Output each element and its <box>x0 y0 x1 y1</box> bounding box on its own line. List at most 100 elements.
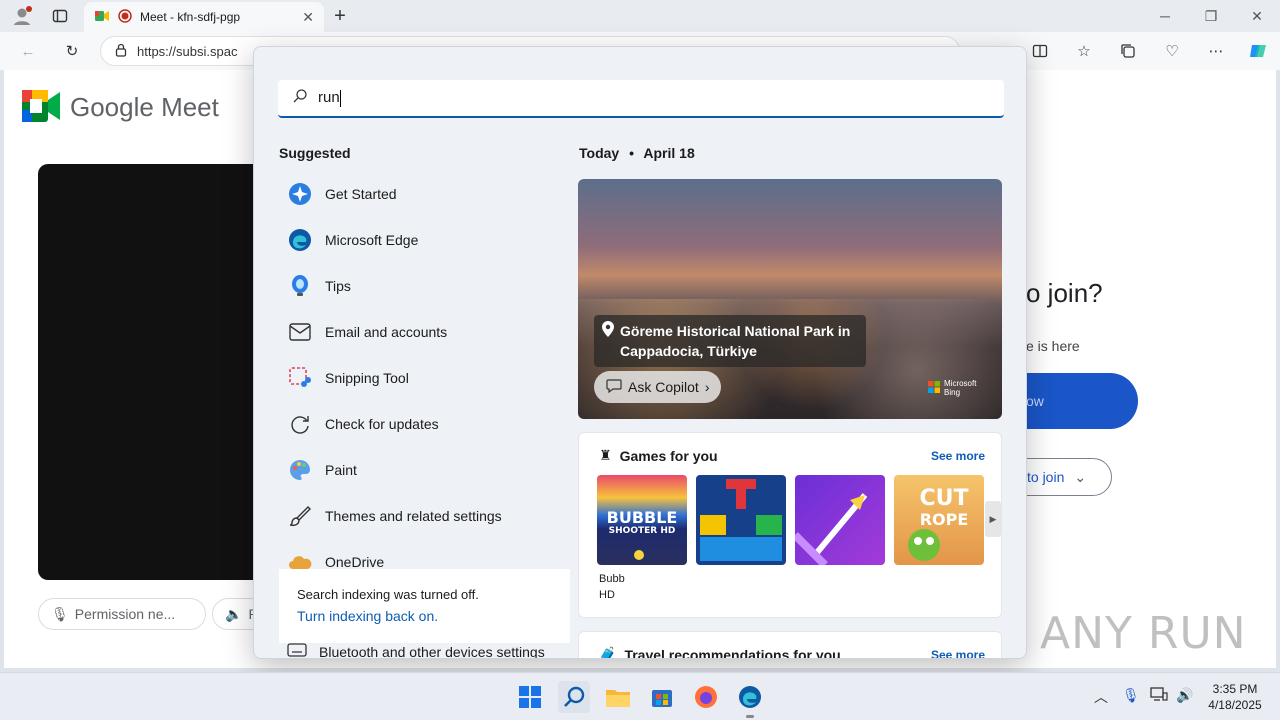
edge-icon <box>287 227 313 253</box>
suggested-item-snipping-tool[interactable]: Snipping Tool <box>279 355 569 401</box>
close-tab-icon[interactable]: ✕ <box>302 9 314 26</box>
meet-logo-icon <box>22 90 60 125</box>
suggested-item-edge[interactable]: Microsoft Edge <box>279 217 569 263</box>
recording-icon <box>118 8 132 26</box>
snipping-tool-icon <box>287 365 313 391</box>
game-tile-bubble-shooter[interactable]: BUBBLE SHOOTER HD <box>597 475 687 565</box>
refresh-icon <box>287 411 313 437</box>
games-scroll-right-icon[interactable]: ▶ <box>985 501 1001 537</box>
store-icon[interactable] <box>646 681 678 713</box>
search-query: run <box>318 89 340 107</box>
location-pin-icon <box>602 321 614 361</box>
search-menu: run Suggested Get Started Microsoft Edge… <box>253 46 1027 659</box>
bing-label-1: Microsoft <box>944 379 977 388</box>
speaker-icon: 🔈 <box>225 605 243 622</box>
ask-copilot-button[interactable]: Ask Copilot › <box>594 371 722 403</box>
keyboard-icon <box>287 643 307 658</box>
svg-text:ROPE: ROPE <box>920 510 969 529</box>
other-ways-label: to join <box>1027 469 1065 485</box>
suggested-item-check-updates[interactable]: Check for updates <box>279 401 569 447</box>
suggested-item-bluetooth[interactable]: Bluetooth and other devices settings <box>287 643 545 659</box>
suggested-item-themes[interactable]: Themes and related settings <box>279 493 569 539</box>
tab-title: Meet - kfn-sdfj-pgp <box>140 10 241 24</box>
suggested-item-label: Bluetooth and other devices settings <box>319 643 545 659</box>
browser-essentials-icon[interactable]: ♡ <box>1158 37 1186 65</box>
suitcase-icon: 🧳 <box>599 646 617 659</box>
meet-favicon-icon <box>94 9 110 26</box>
volume-icon[interactable]: 🔊 <box>1176 687 1193 704</box>
chevron-down-icon: ⌄ <box>1074 468 1087 485</box>
hero-caption-text: Göreme Historical National Park in Cappa… <box>620 323 851 359</box>
today-label: Today <box>579 145 620 161</box>
chevron-right-icon: › <box>704 379 710 395</box>
games-see-more-link[interactable]: See more <box>931 449 985 463</box>
join-heading: o join? <box>1026 278 1103 308</box>
anyrun-watermark: ANY RUN <box>1040 608 1247 659</box>
suggested-heading: Suggested <box>279 145 351 161</box>
clock-time: 3:35 PM <box>1212 682 1258 696</box>
tab-strip: Meet - kfn-sdfj-pgp ✕ + ─ ❐ ✕ <box>0 0 1280 32</box>
travel-see-more-link[interactable]: See more <box>931 648 985 658</box>
tab-actions-icon[interactable] <box>46 2 74 30</box>
travel-heading: 🧳 Travel recommendations for you <box>599 646 841 659</box>
game-tile-rocket[interactable] <box>795 475 885 565</box>
hero-caption[interactable]: Göreme Historical National Park in Cappa… <box>594 315 866 367</box>
bing-label-2: Bing <box>944 388 961 397</box>
back-icon[interactable]: ← <box>14 37 42 65</box>
reload-icon[interactable]: ↻ <box>58 37 86 65</box>
game-tile-cut-the-rope[interactable]: CUT ROPE <box>894 475 984 565</box>
suggested-item-paint[interactable]: Paint <box>279 447 569 493</box>
tray-overflow-icon[interactable]: ︿ <box>1094 687 1108 707</box>
edge-taskbar-icon[interactable] <box>734 681 766 713</box>
close-window-icon[interactable]: ✕ <box>1234 0 1280 32</box>
hero-image-card[interactable]: Göreme Historical National Park in Cappa… <box>578 179 1002 419</box>
mic-permission-button[interactable]: 🎙 Permission ne... <box>38 598 206 630</box>
lock-icon <box>115 43 127 60</box>
indexing-notice: Search indexing was turned off. Turn ind… <box>279 569 570 643</box>
svg-text:BUBBLE: BUBBLE <box>607 508 678 527</box>
restore-icon[interactable]: ❐ <box>1188 0 1234 32</box>
search-taskbar-icon[interactable] <box>558 681 590 713</box>
new-tab-button[interactable]: + <box>326 2 354 30</box>
split-screen-icon[interactable] <box>1026 37 1054 65</box>
profile-icon[interactable] <box>8 2 36 30</box>
get-started-icon <box>287 181 313 207</box>
paint-icon <box>287 457 313 483</box>
copilot-icon[interactable] <box>1244 37 1272 65</box>
address-text: https://subsi.spac <box>137 43 238 59</box>
indexing-notice-text: Search indexing was turned off. <box>297 587 479 602</box>
clock[interactable]: 3:35 PM 4/18/2025 <box>1200 681 1270 713</box>
favorites-icon[interactable]: ☆ <box>1070 37 1098 65</box>
suggested-item-label: Themes and related settings <box>325 508 502 524</box>
indexing-link[interactable]: Turn indexing back on. <box>297 608 552 624</box>
suggested-item-label: Check for updates <box>325 416 439 432</box>
firefox-icon[interactable] <box>690 681 722 713</box>
join-subtext: e is here <box>1026 338 1080 354</box>
more-menu-icon[interactable]: ⋯ <box>1202 37 1230 65</box>
suggested-item-label: Microsoft Edge <box>325 232 419 248</box>
suggested-item-tips[interactable]: Tips <box>279 263 569 309</box>
taskbar: ︿ 🎙 🔊 3:35 PM 4/18/2025 <box>0 672 1280 720</box>
network-icon[interactable] <box>1150 687 1168 704</box>
tips-icon <box>287 273 313 299</box>
start-icon[interactable] <box>514 681 546 713</box>
microphone-icon[interactable]: 🎙 <box>1122 687 1140 704</box>
suggested-item-email[interactable]: Email and accounts <box>279 309 569 355</box>
text-caret <box>339 89 341 107</box>
search-input[interactable]: run <box>278 80 1004 118</box>
suggested-item-get-started[interactable]: Get Started <box>279 171 569 217</box>
mail-icon <box>287 319 313 345</box>
suggested-item-label: Email and accounts <box>325 324 448 340</box>
edge-running-indicator <box>746 715 754 718</box>
collections-icon[interactable] <box>1114 37 1142 65</box>
chat-icon <box>606 378 622 396</box>
mic-icon: 🎙 <box>51 605 69 622</box>
tab-meet[interactable]: Meet - kfn-sdfj-pgp ✕ <box>84 2 324 32</box>
file-explorer-icon[interactable] <box>602 681 634 713</box>
game-tile-blocks[interactable] <box>696 475 786 565</box>
today-heading: Today • April 18 <box>579 145 695 161</box>
suggested-item-label: Snipping Tool <box>325 370 409 386</box>
meet-logo: Google Meet <box>22 90 219 125</box>
minimize-icon[interactable]: ─ <box>1142 0 1188 32</box>
games-heading: ♜ Games for you <box>599 447 718 464</box>
